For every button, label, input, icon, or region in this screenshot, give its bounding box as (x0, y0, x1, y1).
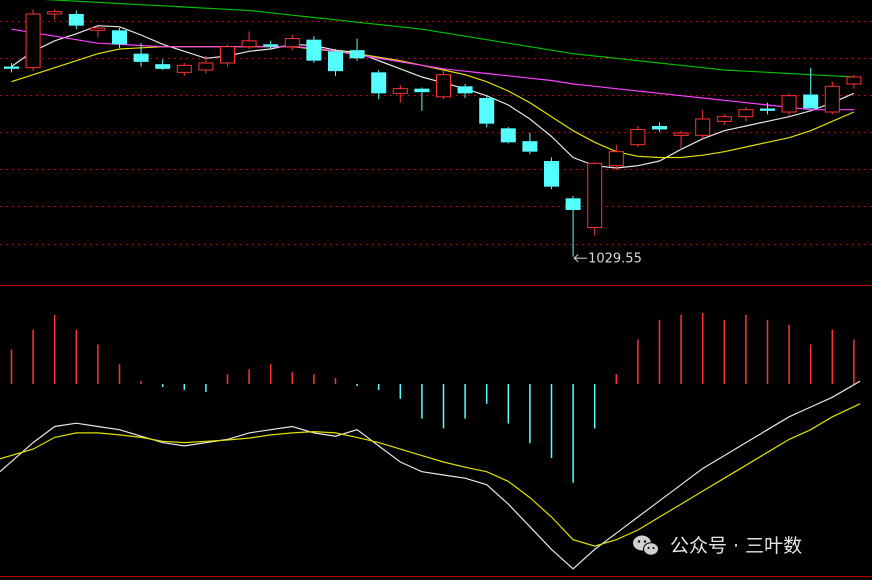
candle-body-down (760, 108, 775, 111)
candle (25, 9, 41, 72)
candle-body-up (25, 13, 41, 69)
candle-body-down (328, 51, 343, 72)
candle-body-down (652, 126, 667, 130)
candle-body-up (392, 88, 408, 94)
candle (587, 162, 603, 236)
candle-body-up (738, 109, 754, 118)
candle-body-up (90, 27, 106, 31)
candle-body-down (4, 66, 19, 69)
candle-body-down (349, 50, 365, 59)
candle-body-down (263, 44, 279, 47)
candle-body-up (198, 62, 214, 71)
candle-body-down (457, 86, 473, 94)
candle-body-up (630, 129, 646, 146)
candle (436, 70, 451, 100)
candle-body-up (673, 132, 689, 136)
candle-body-up (284, 38, 300, 48)
candle-body-down (522, 141, 538, 152)
candle-body-up (846, 76, 862, 85)
candle-body-down (479, 98, 495, 124)
low-price-label: 1029.55 (588, 252, 642, 267)
candle-body-up (608, 151, 624, 167)
candle-body-up (587, 162, 603, 228)
candle-body-down (803, 94, 819, 109)
candle-body-down (565, 198, 581, 210)
candle-body-up (824, 85, 840, 113)
candle-body-down (414, 88, 430, 93)
candle-body-up (781, 95, 797, 113)
stock-chart: 1029.55 公众号 · 三叶数 (0, 0, 872, 580)
candle-body-down (500, 128, 516, 143)
watermark-text: 公众号 · 三叶数 (670, 535, 802, 557)
candle-body-down (155, 64, 171, 69)
candle-body-down (306, 39, 322, 61)
candle (781, 93, 797, 116)
candle (220, 44, 235, 67)
candle-body-up (47, 11, 63, 15)
candle-body-up (241, 40, 257, 48)
candle-body-up (695, 118, 711, 136)
candle (630, 126, 646, 147)
candle-body-up (436, 74, 451, 98)
candle-body-down (371, 72, 387, 94)
candle (544, 157, 559, 189)
candle-body-up (220, 46, 235, 64)
candle-body-up (176, 64, 192, 73)
candle (306, 36, 322, 63)
candle (824, 81, 840, 115)
candle-body-down (133, 53, 149, 62)
candle-body-down (68, 14, 84, 26)
candle-body-down (112, 30, 127, 45)
candle (479, 95, 495, 128)
candle-body-up (716, 116, 732, 122)
candle-body-down (544, 161, 559, 187)
candle (500, 127, 516, 144)
